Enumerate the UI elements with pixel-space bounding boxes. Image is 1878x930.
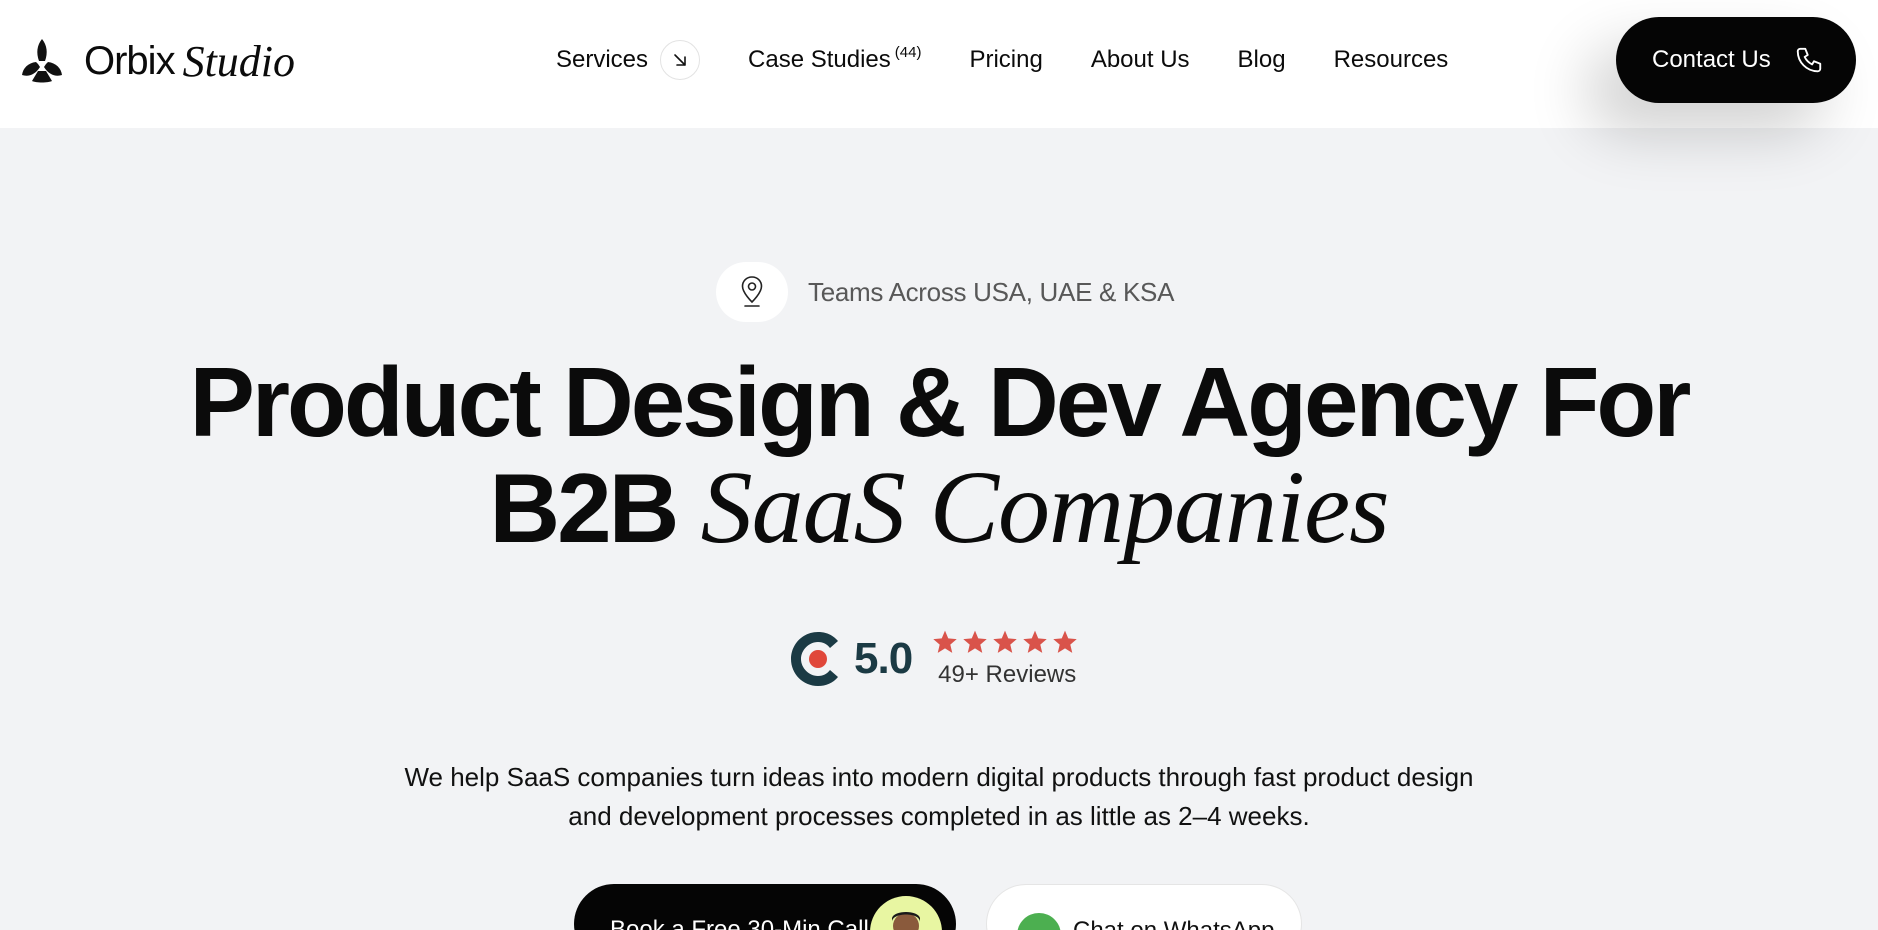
star-icon [963, 630, 987, 653]
star-rating [932, 629, 1078, 657]
whatsapp-icon [1017, 913, 1061, 930]
main-nav: Services Case Studies (44) Pricing About… [556, 40, 1448, 80]
location-text: Teams Across USA, UAE & KSA [808, 276, 1175, 307]
headline-b2b: B2B [489, 453, 679, 563]
nav-services[interactable]: Services [556, 40, 701, 80]
avatar-person-icon [892, 912, 920, 930]
star-icon [1053, 630, 1077, 653]
location-pin-wrapper [716, 262, 788, 322]
nav-services-label: Services [556, 46, 649, 73]
case-studies-count: (44) [894, 43, 922, 61]
location-badge: Teams Across USA, UAE & KSA [716, 262, 1174, 322]
nav-about-us[interactable]: About Us [1091, 46, 1190, 74]
headline-saas-companies: SaaS Companies [700, 450, 1390, 565]
logo-word-italic: Studio [182, 36, 296, 86]
headline-line2: B2B SaaS Companies [0, 455, 1878, 561]
whatsapp-label: Chat on WhatsApp [1073, 917, 1274, 930]
rating-score: 5.0 [854, 634, 913, 683]
reviews-count: 49+ Reviews [938, 661, 1077, 688]
location-pin-icon [741, 276, 763, 307]
avatar [870, 896, 942, 930]
star-icon [993, 630, 1017, 653]
services-dropdown-button[interactable] [660, 40, 701, 80]
whatsapp-button[interactable]: Chat on WhatsApp [986, 884, 1302, 930]
book-call-label: Book a Free 30-Min Call [610, 916, 869, 930]
description-line1: We help SaaS companies turn ideas into m… [404, 762, 1474, 792]
contact-us-button[interactable]: Contact Us [1616, 17, 1856, 103]
nav-resources[interactable]: Resources [1334, 46, 1449, 74]
star-icon [1023, 630, 1047, 653]
clutch-logo-icon [791, 632, 838, 686]
arrow-down-right-icon [674, 54, 686, 66]
book-call-button[interactable]: Book a Free 30-Min Call [574, 884, 956, 930]
nav-case-studies-label: Case Studies [748, 46, 891, 73]
logo-word: Orbix [84, 38, 176, 83]
logo[interactable]: Orbix Studio [18, 36, 295, 86]
contact-us-label: Contact Us [1652, 46, 1771, 73]
rating-details: 49+ Reviews [932, 629, 1078, 689]
hero-description: We help SaaS companies turn ideas into m… [0, 758, 1878, 836]
nav-case-studies[interactable]: Case Studies (44) [748, 43, 922, 74]
logo-mark-icon [22, 39, 62, 83]
clutch-rating[interactable]: 5.0 49+ Reviews [786, 626, 1078, 692]
star-icon [933, 630, 957, 653]
nav-pricing[interactable]: Pricing [969, 46, 1042, 74]
headline-line1: Product Design & Dev Agency For [189, 347, 1692, 457]
cta-row: Book a Free 30-Min Call Chat on WhatsApp [574, 884, 1302, 930]
description-line2: and development processes completed in a… [568, 801, 1310, 831]
hero-headline: Product Design & Dev Agency For B2B SaaS… [0, 350, 1878, 561]
phone-icon [1796, 47, 1822, 73]
site-header: Orbix Studio Services Case Studies (44) … [0, 0, 1878, 128]
nav-blog[interactable]: Blog [1238, 46, 1286, 74]
